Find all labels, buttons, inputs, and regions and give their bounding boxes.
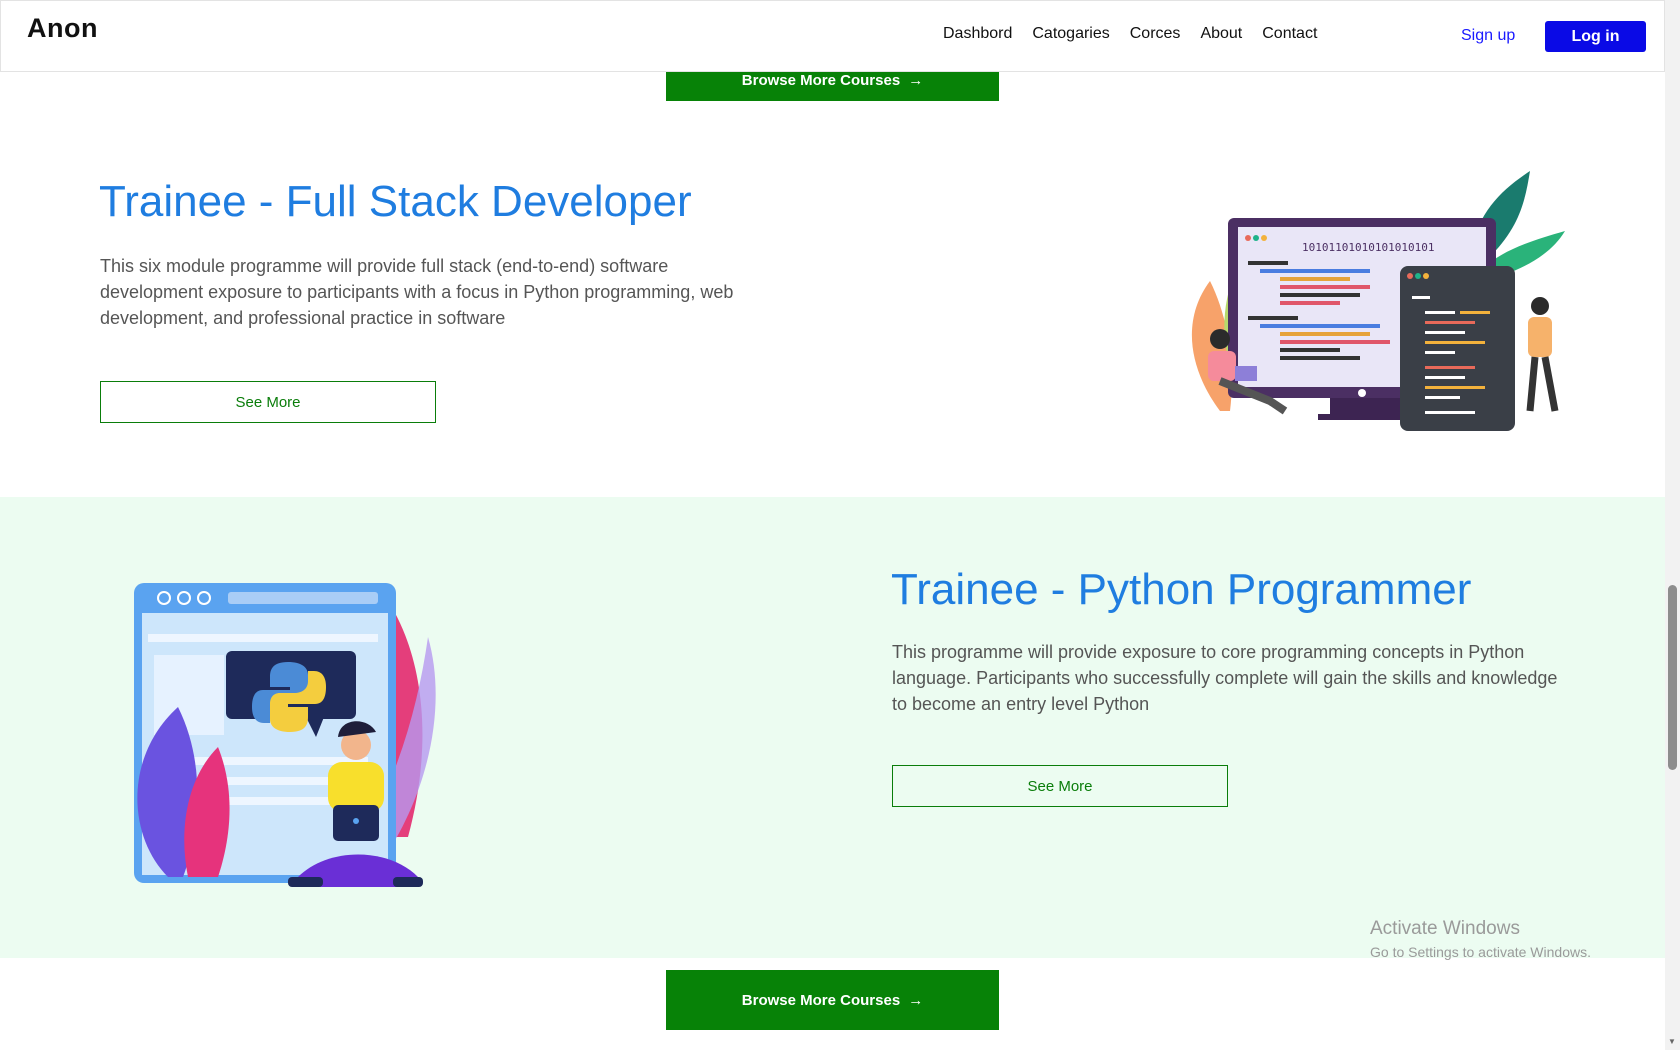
window-dot [1407, 273, 1413, 279]
sign-up-link[interactable]: Sign up [1461, 27, 1515, 45]
top-navbar: Anon Dashbord Catogaries Corces About Co… [0, 0, 1665, 72]
window-dot [1245, 235, 1251, 241]
full-stack-developer-illustration: 10101101010101010101 [1191, 171, 1565, 431]
person-legs [1526, 356, 1559, 412]
arrow-right-icon: → [908, 991, 924, 1009]
nav-links: Dashbord Catogaries Corces About Contact [943, 25, 1317, 43]
browse-label: Browse More Courses [741, 72, 901, 89]
activate-windows-watermark: Activate Windows Go to Settings to activ… [1370, 918, 1591, 960]
laptop-logo [353, 818, 359, 824]
monitor-dot [1358, 389, 1366, 397]
person-body [1208, 351, 1236, 381]
person-body [328, 762, 384, 812]
browser-address-bar [228, 592, 378, 604]
nav-link-dashboard[interactable]: Dashbord [943, 25, 1012, 43]
arrow-right-icon: → [908, 72, 924, 89]
python-programmer-illustration [134, 583, 436, 887]
course-section-python: Trainee - Python Programmer This program… [0, 497, 1665, 958]
nav-link-about[interactable]: About [1200, 25, 1242, 43]
course-title: Trainee - Python Programmer [891, 565, 1472, 614]
scroll-down-arrow-icon[interactable]: ▼ [1668, 1037, 1676, 1046]
scrollbar-thumb[interactable] [1668, 585, 1677, 770]
log-in-button[interactable]: Log in [1545, 21, 1646, 52]
nav-link-categories[interactable]: Catogaries [1032, 25, 1109, 43]
page-scrollbar[interactable]: ▼ [1665, 0, 1680, 1050]
code-window [1400, 266, 1515, 431]
person-head [1531, 297, 1549, 315]
browse-more-courses-button[interactable]: Browse More Courses → [666, 970, 999, 1030]
browse-label: Browse More Courses [741, 991, 901, 1009]
content-line [148, 634, 378, 642]
window-dot [1423, 273, 1429, 279]
nav-link-courses[interactable]: Corces [1130, 25, 1181, 43]
window-dot [1261, 235, 1267, 241]
course-title: Trainee - Full Stack Developer [99, 177, 692, 226]
shoe [393, 877, 423, 887]
window-dot [1253, 235, 1259, 241]
course-description: This programme will provide exposure to … [892, 642, 1558, 714]
monitor-stand [1330, 398, 1400, 416]
nav-link-contact[interactable]: Contact [1262, 25, 1317, 43]
watermark-title: Activate Windows [1370, 918, 1520, 939]
course-section-full-stack: Trainee - Full Stack Developer This six … [0, 101, 1665, 497]
laptop-icon [1235, 366, 1257, 381]
brand-logo[interactable]: Anon [27, 13, 98, 44]
monitor-base [1318, 414, 1412, 420]
see-more-button[interactable]: See More [892, 765, 1228, 807]
binary-text: 10101101010101010101 [1302, 241, 1434, 254]
see-more-button[interactable]: See More [100, 381, 436, 423]
course-description: This six module programme will provide f… [100, 256, 734, 328]
shoe [288, 877, 323, 887]
watermark-subtitle: Go to Settings to activate Windows. [1370, 944, 1591, 960]
person-head [1210, 329, 1230, 349]
person-body [1528, 317, 1552, 357]
window-dot [1415, 273, 1421, 279]
